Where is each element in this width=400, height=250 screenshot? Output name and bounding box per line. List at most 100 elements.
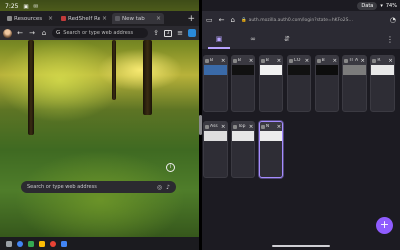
tab-card-header: B × — [259, 56, 283, 65]
tab-card-title: IT A — [349, 58, 359, 63]
tab-card[interactable]: B × — [203, 55, 228, 112]
tabs-tray-header: ▣ ∞ ⇵ ⋮ — [202, 29, 400, 49]
tab-card[interactable]: IT A × — [342, 55, 367, 112]
tab-card-header: B × — [204, 56, 227, 65]
tab-private-tabs[interactable]: ∞ — [236, 29, 270, 49]
synced-tabs-icon: ⇵ — [284, 35, 290, 43]
close-tab-icon[interactable]: × — [388, 58, 393, 64]
close-tab-icon[interactable]: × — [48, 15, 53, 22]
tab-thumbnail — [287, 65, 311, 75]
close-tab-icon[interactable]: × — [221, 58, 226, 64]
tab-redshelf-reader[interactable]: RedShelf Reader × — [58, 13, 110, 24]
gmail-icon: ✉ — [33, 4, 39, 10]
favicon — [344, 58, 349, 63]
mic-icon[interactable]: ♪ — [166, 184, 170, 191]
tab-card[interactable]: CO × — [286, 55, 312, 112]
close-tab-icon[interactable]: × — [277, 124, 282, 130]
back-icon[interactable]: ← — [16, 29, 24, 37]
back-icon[interactable]: ← — [219, 16, 225, 24]
tab-card[interactable]: R × — [370, 55, 395, 112]
tab-card[interactable]: B × — [258, 55, 284, 112]
tab-card-header: Top × — [231, 122, 255, 131]
tab-card-header: N × — [259, 122, 283, 131]
share-icon[interactable]: ⇪ — [152, 29, 160, 37]
close-tab-icon[interactable]: × — [221, 124, 226, 130]
tab-card-title: B — [210, 58, 214, 63]
favicon — [61, 16, 66, 21]
close-tab-icon[interactable]: × — [102, 15, 107, 22]
tab-resources[interactable]: Resources × — [4, 13, 56, 24]
shield-icon[interactable]: ◔ — [390, 16, 396, 24]
tab-synced-tabs[interactable]: ⇵ — [270, 29, 304, 49]
home-icon[interactable]: ⌂ — [40, 29, 48, 37]
more-options-icon[interactable]: ⋮ — [386, 35, 394, 44]
tab-card-title: B — [237, 58, 241, 63]
info-icon[interactable]: i — [166, 163, 175, 172]
tab-switcher-button[interactable]: 3 — [164, 29, 172, 37]
tab-thumbnail — [259, 131, 283, 141]
favicon — [232, 58, 237, 63]
favicon — [288, 58, 293, 63]
battery-level: 74% — [385, 3, 397, 9]
new-tab-button[interactable]: + — [376, 217, 393, 234]
new-tab-icon[interactable]: + — [187, 14, 195, 24]
tab-new-tab[interactable]: New tab × — [112, 13, 164, 24]
favicon — [232, 124, 237, 129]
favicon — [316, 58, 321, 63]
profile-avatar[interactable] — [3, 28, 12, 38]
close-tab-icon[interactable]: × — [305, 58, 310, 64]
taskbar — [0, 237, 199, 250]
tab-card-header: CO × — [287, 56, 311, 65]
tab-card-title: R — [377, 58, 381, 63]
home-icon[interactable]: ⌂ — [231, 16, 235, 24]
app-icon[interactable] — [28, 240, 34, 247]
app-icon[interactable] — [50, 240, 56, 247]
tab-card[interactable]: B × — [314, 55, 340, 112]
close-tab-icon[interactable]: × — [332, 58, 337, 64]
google-icon: G — [56, 30, 61, 36]
close-tab-icon[interactable]: × — [277, 58, 282, 64]
app-icon[interactable] — [61, 240, 67, 247]
tab-card-header: R × — [371, 56, 394, 65]
tab-card-header: B × — [231, 56, 255, 65]
tab-card-title: Top — [237, 124, 246, 129]
search-placeholder: Search or type web address — [27, 184, 97, 190]
tab-thumbnail — [343, 65, 366, 75]
home-indicator[interactable] — [272, 245, 330, 247]
status-time: 7:25 — [5, 3, 19, 10]
left-browser-window: 7:25 ▣ ✉ Resources × RedShelf Reader × N… — [0, 0, 199, 250]
gesture-bar — [202, 243, 400, 250]
close-tab-icon[interactable]: × — [156, 15, 161, 22]
tab-thumbnail — [231, 131, 255, 141]
tab-normal-tabs[interactable]: ▣ — [202, 29, 236, 49]
tree-trunk — [112, 40, 116, 100]
close-tab-icon[interactable]: × — [360, 58, 365, 64]
extension-icon[interactable] — [188, 29, 196, 37]
tab-card[interactable]: N × — [258, 121, 284, 178]
app-grid-icon[interactable] — [6, 240, 12, 247]
menu-icon[interactable]: ≡ — [176, 29, 184, 37]
ntp-search-box[interactable]: Search or type web address ◎ ♪ — [21, 181, 176, 193]
favicon — [115, 16, 120, 21]
address-bar[interactable]: 🔒 auth.mozilla.auth0.com/login?state=hKF… — [241, 15, 384, 25]
close-tab-icon[interactable]: × — [249, 58, 254, 64]
chrome-icon[interactable] — [17, 240, 23, 247]
tab-title: Resources — [14, 15, 43, 22]
forward-icon[interactable]: → — [28, 29, 36, 37]
tab-thumbnail — [204, 65, 227, 75]
tab-thumbnail — [371, 65, 394, 75]
tab-thumbnail — [259, 65, 283, 75]
tab-card-title: CO — [293, 58, 301, 63]
address-placeholder: Search or type web address — [63, 30, 134, 36]
tab-card[interactable]: Ass × — [203, 121, 228, 178]
tabs-icon[interactable]: ▭ — [206, 16, 213, 24]
camera-icon[interactable]: ◎ — [157, 184, 162, 191]
favicon — [260, 124, 265, 129]
close-tab-icon[interactable]: × — [249, 124, 254, 130]
tab-card[interactable]: B × — [230, 55, 256, 112]
address-bar[interactable]: G Search or type web address — [52, 28, 148, 38]
tab-title: New tab — [122, 15, 145, 22]
tab-card[interactable]: Top × — [230, 121, 256, 178]
app-icon[interactable] — [39, 240, 45, 247]
tree-trunk — [28, 40, 34, 135]
